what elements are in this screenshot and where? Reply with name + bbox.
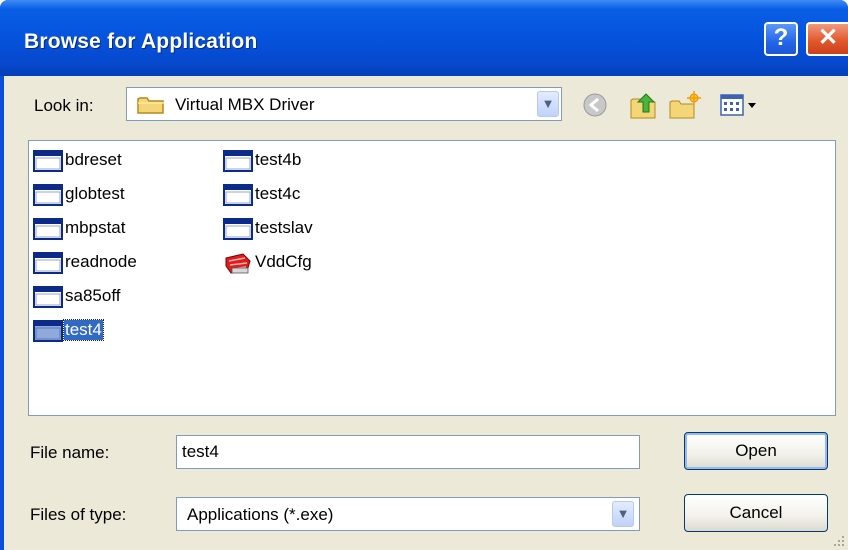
vddcfg-app-icon [225,253,251,274]
files-of-type-dropdown-button[interactable]: ▼ [612,501,634,527]
application-window-icon [33,286,63,308]
look-in-combobox[interactable]: Virtual MBX Driver [126,87,562,121]
help-button[interactable]: ? [764,22,798,56]
folder-icon [137,97,164,114]
file-name: bdreset [65,150,122,169]
look-in-value: Virtual MBX Driver [175,95,315,114]
back-icon[interactable] [580,90,610,120]
up-folder-icon[interactable] [628,90,660,122]
file-name: readnode [65,252,137,271]
files-of-type-label: Files of type: [30,505,127,524]
application-window-icon [223,184,253,206]
cancel-button[interactable]: Cancel [684,494,828,532]
file-name: globtest [65,184,125,203]
application-window-icon [223,150,253,172]
application-window-icon [33,184,63,206]
application-window-icon [33,252,63,274]
application-window-icon [33,218,63,240]
file-name: VddCfg [255,252,312,271]
file-name-input[interactable]: test4 [176,435,640,469]
file-name: test4c [255,184,301,203]
close-button[interactable]: ✕ [806,22,848,56]
file-name: testslav [255,218,313,237]
file-name: mbpstat [65,218,126,237]
title-bar[interactable]: Browse for Application ? ✕ [0,0,848,76]
file-name: test4b [255,150,302,169]
file-list[interactable]: bdreset globtest mbpstat readnode sa85of… [28,140,836,416]
file-name: sa85off [65,286,121,305]
new-folder-icon[interactable] [668,90,702,122]
open-button[interactable]: Open [684,432,828,470]
dialog-title: Browse for Application [24,30,258,53]
resize-grip-icon[interactable] [830,532,846,548]
application-window-icon [223,218,253,240]
files-of-type-combobox[interactable]: Applications (*.exe) [176,497,640,531]
look-in-label-text: Look in: [34,96,94,115]
file-name: test4 [63,319,104,341]
application-window-icon [33,150,63,172]
application-window-icon [33,320,63,342]
look-in-dropdown-button[interactable]: ▼ [537,91,559,117]
look-in-label: Look in: [34,96,94,116]
views-menu-icon[interactable] [718,90,762,120]
files-of-type-value: Applications (*.exe) [187,505,334,524]
file-name-label: File name: [30,443,110,462]
